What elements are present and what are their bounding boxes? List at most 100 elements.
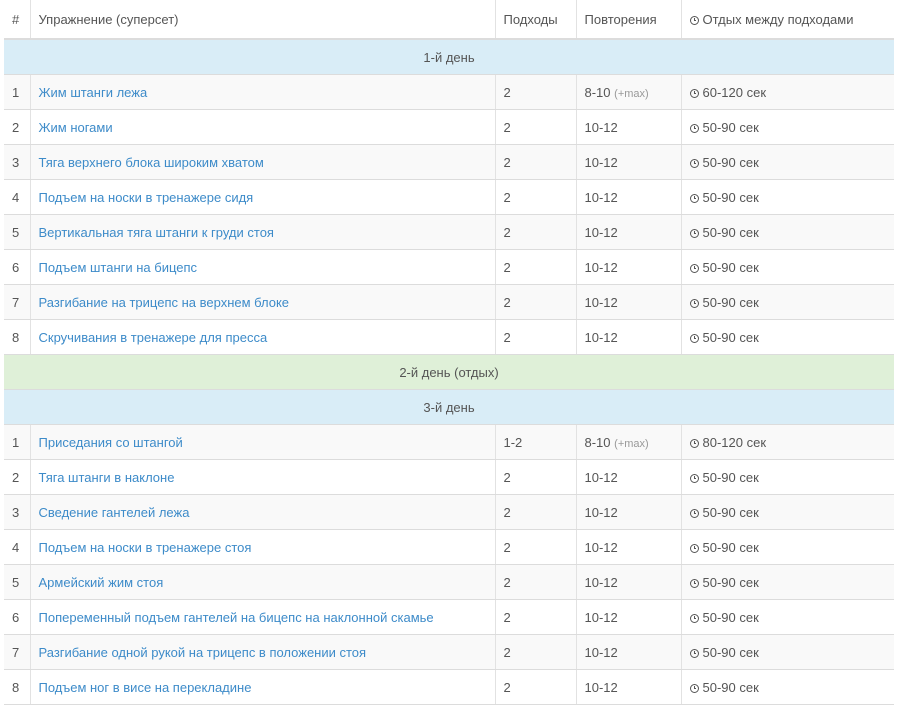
reps-cell: 10-12 bbox=[576, 214, 682, 250]
rest-cell: 50-90 сек bbox=[681, 529, 894, 565]
reps-extra: (+max) bbox=[614, 437, 649, 450]
reps-cell: 10-12 bbox=[576, 599, 682, 635]
reps-cell: 10-12 bbox=[576, 564, 682, 600]
workout-table: # Упражнение (суперсет) Подходы Повторен… bbox=[4, 0, 894, 705]
exercise-link[interactable]: Подъем ног в висе на перекладине bbox=[39, 680, 252, 695]
header-rest-label: Отдых между подходами bbox=[702, 11, 854, 27]
exercise-link[interactable]: Тяга верхнего блока широким хватом bbox=[39, 155, 264, 170]
reps-value: 10-12 bbox=[584, 644, 618, 660]
sets-cell: 2 bbox=[495, 494, 577, 530]
table-row: 3 Сведение гантелей лежа 2 10-12 50-90 с… bbox=[4, 494, 894, 530]
day-header-row: 1-й день bbox=[4, 39, 894, 75]
exercise-cell: Вертикальная тяга штанги к груди стоя bbox=[30, 214, 496, 250]
day-title: 3-й день bbox=[4, 389, 894, 425]
reps-cell: 10-12 bbox=[576, 529, 682, 565]
rest-cell: 50-90 сек bbox=[681, 599, 894, 635]
sets-cell: 2 bbox=[495, 564, 577, 600]
row-num: 6 bbox=[4, 249, 31, 285]
exercise-link[interactable]: Приседания со штангой bbox=[39, 435, 183, 450]
day-title: 2-й день (отдых) bbox=[4, 354, 894, 390]
row-num: 1 bbox=[4, 424, 31, 460]
reps-cell: 10-12 bbox=[576, 634, 682, 670]
sets-cell: 2 bbox=[495, 249, 577, 285]
exercise-link[interactable]: Жим ногами bbox=[39, 120, 113, 135]
exercise-link[interactable]: Тяга штанги в наклоне bbox=[39, 470, 175, 485]
sets-cell: 2 bbox=[495, 284, 577, 320]
exercise-link[interactable]: Армейский жим стоя bbox=[39, 575, 164, 590]
reps-value: 10-12 bbox=[584, 329, 618, 345]
rest-cell: 50-90 сек bbox=[681, 669, 894, 705]
reps-extra: (+max) bbox=[614, 87, 649, 100]
exercise-cell: Скручивания в тренажере для пресса bbox=[30, 319, 496, 355]
rest-value: 50-90 сек bbox=[702, 609, 759, 625]
sets-cell: 2 bbox=[495, 529, 577, 565]
exercise-link[interactable]: Разгибание одной рукой на трицепс в поло… bbox=[39, 645, 367, 660]
exercise-link[interactable]: Попеременный подъем гантелей на бицепс н… bbox=[39, 610, 434, 625]
clock-icon bbox=[689, 333, 699, 343]
reps-value: 8-10 bbox=[584, 84, 611, 100]
rest-value: 50-90 сек bbox=[702, 574, 759, 590]
table-row: 2 Жим ногами 2 10-12 50-90 сек bbox=[4, 109, 894, 145]
row-num: 8 bbox=[4, 319, 31, 355]
exercise-cell: Сведение гантелей лежа bbox=[30, 494, 496, 530]
rest-value: 60-120 сек bbox=[702, 84, 767, 100]
exercise-cell: Жим штанги лежа bbox=[30, 74, 496, 110]
header-num: # bbox=[4, 0, 31, 40]
header-rest: Отдых между подходами bbox=[681, 0, 894, 40]
row-num: 8 bbox=[4, 669, 31, 705]
reps-value: 10-12 bbox=[584, 294, 618, 310]
day-title: 1-й день bbox=[4, 39, 894, 75]
sets-cell: 2 bbox=[495, 634, 577, 670]
reps-cell: 8-10 (+max) bbox=[576, 424, 682, 460]
exercise-cell: Тяга верхнего блока широким хватом bbox=[30, 144, 496, 180]
rest-value: 50-90 сек bbox=[702, 644, 759, 660]
clock-icon bbox=[689, 508, 699, 518]
exercise-cell: Разгибание на трицепс на верхнем блоке bbox=[30, 284, 496, 320]
exercise-link[interactable]: Вертикальная тяга штанги к груди стоя bbox=[39, 225, 274, 240]
rest-value: 50-90 сек bbox=[702, 329, 759, 345]
row-num: 4 bbox=[4, 179, 31, 215]
clock-icon bbox=[689, 123, 699, 133]
table-row: 1 Приседания со штангой 1-2 8-10 (+max) … bbox=[4, 424, 894, 460]
reps-value: 10-12 bbox=[584, 259, 618, 275]
exercise-link[interactable]: Подъем на носки в тренажере стоя bbox=[39, 540, 252, 555]
sets-cell: 2 bbox=[495, 74, 577, 110]
sets-cell: 2 bbox=[495, 459, 577, 495]
sets-cell: 2 bbox=[495, 599, 577, 635]
reps-cell: 10-12 bbox=[576, 249, 682, 285]
table-body: 1-й день 1 Жим штанги лежа 2 8-10 (+max)… bbox=[4, 39, 894, 705]
reps-value: 8-10 bbox=[584, 434, 611, 450]
reps-cell: 10-12 bbox=[576, 494, 682, 530]
exercise-link[interactable]: Подъем штанги на бицепс bbox=[39, 260, 198, 275]
exercise-link[interactable]: Скручивания в тренажере для пресса bbox=[39, 330, 268, 345]
reps-cell: 10-12 bbox=[576, 459, 682, 495]
reps-cell: 10-12 bbox=[576, 319, 682, 355]
clock-icon bbox=[689, 578, 699, 588]
row-num: 2 bbox=[4, 109, 31, 145]
rest-value: 50-90 сек bbox=[702, 504, 759, 520]
clock-icon bbox=[689, 193, 699, 203]
reps-cell: 10-12 bbox=[576, 179, 682, 215]
clock-icon bbox=[689, 15, 699, 25]
exercise-link[interactable]: Жим штанги лежа bbox=[39, 85, 148, 100]
rest-cell: 50-90 сек bbox=[681, 494, 894, 530]
rest-cell: 60-120 сек bbox=[681, 74, 894, 110]
reps-cell: 10-12 bbox=[576, 109, 682, 145]
exercise-link[interactable]: Разгибание на трицепс на верхнем блоке bbox=[39, 295, 290, 310]
header-exercise: Упражнение (суперсет) bbox=[30, 0, 496, 40]
exercise-cell: Разгибание одной рукой на трицепс в поло… bbox=[30, 634, 496, 670]
rest-cell: 50-90 сек bbox=[681, 459, 894, 495]
day-header-row: 2-й день (отдых) bbox=[4, 354, 894, 390]
table-row: 6 Подъем штанги на бицепс 2 10-12 50-90 … bbox=[4, 249, 894, 285]
rest-cell: 50-90 сек bbox=[681, 109, 894, 145]
reps-value: 10-12 bbox=[584, 609, 618, 625]
exercise-link[interactable]: Подъем на носки в тренажере сидя bbox=[39, 190, 254, 205]
rest-value: 50-90 сек bbox=[702, 294, 759, 310]
exercise-cell: Подъем на носки в тренажере стоя bbox=[30, 529, 496, 565]
reps-cell: 10-12 bbox=[576, 144, 682, 180]
reps-value: 10-12 bbox=[584, 224, 618, 240]
exercise-link[interactable]: Сведение гантелей лежа bbox=[39, 505, 190, 520]
clock-icon bbox=[689, 88, 699, 98]
reps-value: 10-12 bbox=[584, 539, 618, 555]
reps-value: 10-12 bbox=[584, 119, 618, 135]
